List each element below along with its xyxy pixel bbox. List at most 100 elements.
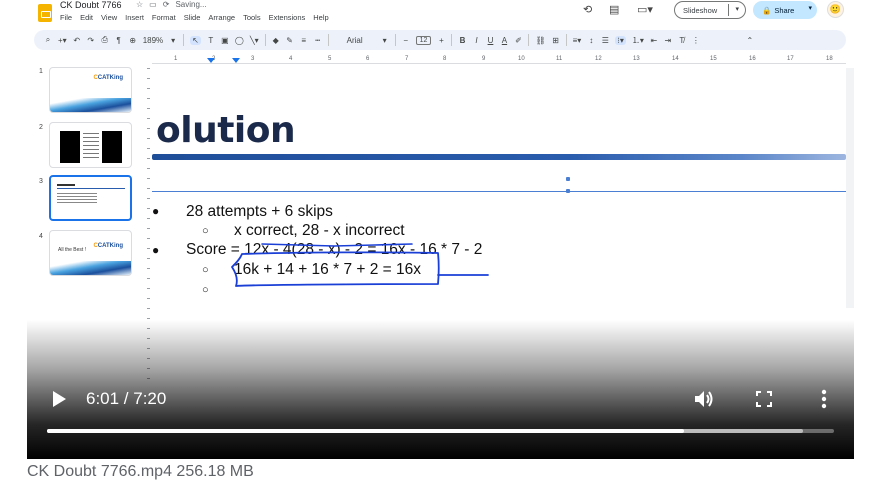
text-box-icon[interactable]: T [207,36,215,45]
more-options-button[interactable] [815,388,833,410]
slideshow-divider [728,4,729,16]
thumbnail-logo: CATKing [93,243,123,249]
ruler-tick: 1 [174,56,178,62]
ruler-tick: 11 [556,56,563,62]
more-options-icon[interactable]: ⋮ [692,36,700,45]
comments-icon[interactable]: ▤ [609,3,619,16]
ruler-tick: 5 [328,56,332,62]
align-icon[interactable]: ≡▾ [573,36,582,45]
slide-number: 4 [39,233,43,240]
played-progress [47,429,685,433]
clear-formatting-icon[interactable]: T̸ [678,36,686,45]
ruler-tick: 7 [405,56,409,62]
menu-extensions[interactable]: Extensions [269,13,306,22]
menu-edit[interactable]: Edit [80,13,93,22]
thumbnail-logo: CATKing [93,75,123,81]
ruler-tick: 13 [633,56,640,62]
paint-format-icon[interactable]: ¶ [115,36,123,45]
volume-button[interactable] [693,389,715,409]
left-indent-marker[interactable] [207,58,215,63]
redo-icon[interactable]: ↷ [87,36,95,45]
font-size-input[interactable]: 12 [415,35,432,45]
first-line-indent-marker[interactable] [232,58,240,63]
thumbnail-title [57,184,75,186]
vruler-tick [147,318,150,319]
menu-file[interactable]: File [60,13,72,22]
fullscreen-button[interactable] [755,390,773,408]
text-color-button[interactable]: A [500,36,508,45]
image-icon[interactable]: ▣ [221,36,229,45]
line-dash-icon[interactable]: ┅ [314,36,322,45]
play-button[interactable] [50,390,68,408]
chevron-down-icon[interactable]: ▾ [381,36,389,45]
box-ink [231,251,440,287]
account-avatar[interactable]: 🙂 [827,1,844,18]
fullscreen-icon [756,391,772,407]
seek-bar[interactable] [47,429,834,433]
slides-logo-icon[interactable] [38,4,52,22]
bulleted-list-icon[interactable]: ⁝▾ [615,35,626,45]
slideshow-button[interactable]: Slideshow ▾ [674,1,746,19]
menu-insert[interactable]: Insert [125,13,144,22]
decrease-font-icon[interactable]: − [402,36,410,45]
new-slide-icon[interactable]: +▾ [58,36,67,45]
vruler-tick [147,118,150,119]
highlight-icon[interactable]: ✐ [514,36,522,45]
line-icon[interactable]: ╲▾ [250,36,259,45]
menu-arrange[interactable]: Arrange [208,13,235,22]
star-icon[interactable]: ☆ [136,0,143,9]
slide-thumbnail-4[interactable]: All the Best ! CATKing [49,230,132,276]
menu-tools[interactable]: Tools [243,13,261,22]
sync-icon: ⟳ [162,0,170,9]
undo-icon[interactable]: ↶ [73,36,81,45]
document-title[interactable]: CK Doubt 7766 [60,0,122,10]
zoom-icon[interactable]: ⊕ [129,36,137,45]
ruler-tick: 16 [749,56,756,62]
italic-button[interactable]: I [472,36,480,45]
increase-font-icon[interactable]: + [437,36,445,45]
chevron-down-icon[interactable]: ▾ [169,36,177,45]
meet-video-icon[interactable]: ▭▾ [637,3,653,16]
font-family-select[interactable]: Arial [335,36,375,45]
ruler-tick: 3 [251,56,255,62]
chevron-up-icon[interactable]: ⌃ [746,36,754,45]
ruler-tick: 10 [518,56,525,62]
move-folder-icon[interactable]: ▭ [149,0,157,9]
share-button[interactable]: 🔒 Share ▾ [753,1,817,19]
checklist-icon[interactable]: ☰ [601,36,609,45]
menu-format[interactable]: Format [152,13,176,22]
fill-color-icon[interactable]: ◆ [272,36,280,45]
vruler-tick [147,208,150,209]
underline-button[interactable]: U [486,36,494,45]
thumbnail-wave [50,98,131,112]
select-cursor-icon[interactable]: ↖ [190,35,201,45]
slideshow-label: Slideshow [683,5,718,15]
thumbnail-image [60,131,80,163]
line-spacing-icon[interactable]: ↕ [587,36,595,45]
search-menus-icon[interactable]: ⌕ [44,35,52,45]
zoom-level[interactable]: 189% [143,36,163,45]
slide-number: 1 [39,68,43,75]
numbered-list-icon[interactable]: ⒈▾ [632,35,644,46]
chevron-down-icon[interactable]: ▾ [808,4,812,12]
slide-thumbnail-3[interactable] [49,175,132,221]
chevron-down-icon[interactable]: ▾ [735,5,739,13]
slide-thumbnail-2[interactable] [49,122,132,168]
ruler-tick: 17 [787,56,794,62]
line-weight-icon[interactable]: ≡ [300,36,308,45]
time-display: 6:01 / 7:20 [86,389,167,408]
comment-add-icon[interactable]: ⊞ [552,36,560,45]
menu-slide[interactable]: Slide [184,13,201,22]
pen-icon[interactable]: ✎ [286,36,294,45]
decrease-indent-icon[interactable]: ⇤ [650,36,658,45]
menu-view[interactable]: View [101,13,117,22]
menu-help[interactable]: Help [313,13,328,22]
print-icon[interactable]: ⎙ [101,35,109,45]
shape-icon[interactable]: ◯ [235,36,244,45]
history-icon[interactable]: ⟲ [583,3,592,16]
slide-thumbnail-1[interactable]: CATKing [49,67,132,113]
link-icon[interactable]: ⛓ [535,36,545,45]
bold-button[interactable]: B [458,36,466,45]
right-scroll-gutter[interactable] [846,68,854,308]
increase-indent-icon[interactable]: ⇥ [664,36,672,45]
